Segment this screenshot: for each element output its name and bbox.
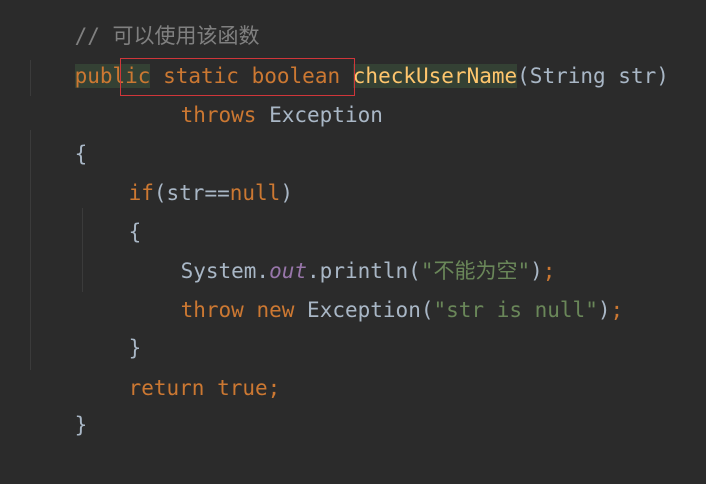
keyword-throw: throw (180, 298, 244, 322)
close-brace: } (74, 413, 88, 437)
keyword-true: true (217, 376, 268, 400)
code-line-throws: throws Exception (130, 57, 383, 127)
code-line-return: return true; (78, 330, 281, 400)
if-condition-open: (str== (153, 181, 230, 205)
if-condition-close: ) (280, 181, 293, 205)
close-paren: ) (597, 298, 611, 322)
keyword-throws: throws (180, 103, 257, 127)
code-line-throw: throw new Exception("str is null"); (130, 252, 624, 322)
keyword-return: return (128, 376, 205, 400)
code-line-close-brace: } (24, 367, 88, 437)
code-line-open-brace: { (24, 96, 88, 166)
keyword-new: new (256, 298, 295, 322)
semicolon: ; (610, 298, 624, 322)
semicolon: ; (267, 376, 281, 400)
code-line-if-open-brace: { (78, 174, 142, 244)
exception-type: Exception (269, 103, 383, 127)
exception-constructor: Exception( (307, 298, 434, 322)
string-literal: "str is null" (433, 298, 598, 322)
code-line-comment: // 可以使用该函数 (24, 0, 260, 48)
code-line-println: System.out.println("不能为空"); (130, 213, 556, 283)
code-line-signature: public static boolean checkUserName(Stri… (24, 18, 669, 88)
code-line-if: if(str==null) (78, 135, 293, 205)
code-line-if-close-brace: } (78, 290, 142, 360)
code-editor[interactable]: // 可以使用该函数 public static boolean checkUs… (0, 0, 706, 437)
keyword-null: null (229, 181, 281, 205)
method-params: (String str) (517, 64, 669, 88)
